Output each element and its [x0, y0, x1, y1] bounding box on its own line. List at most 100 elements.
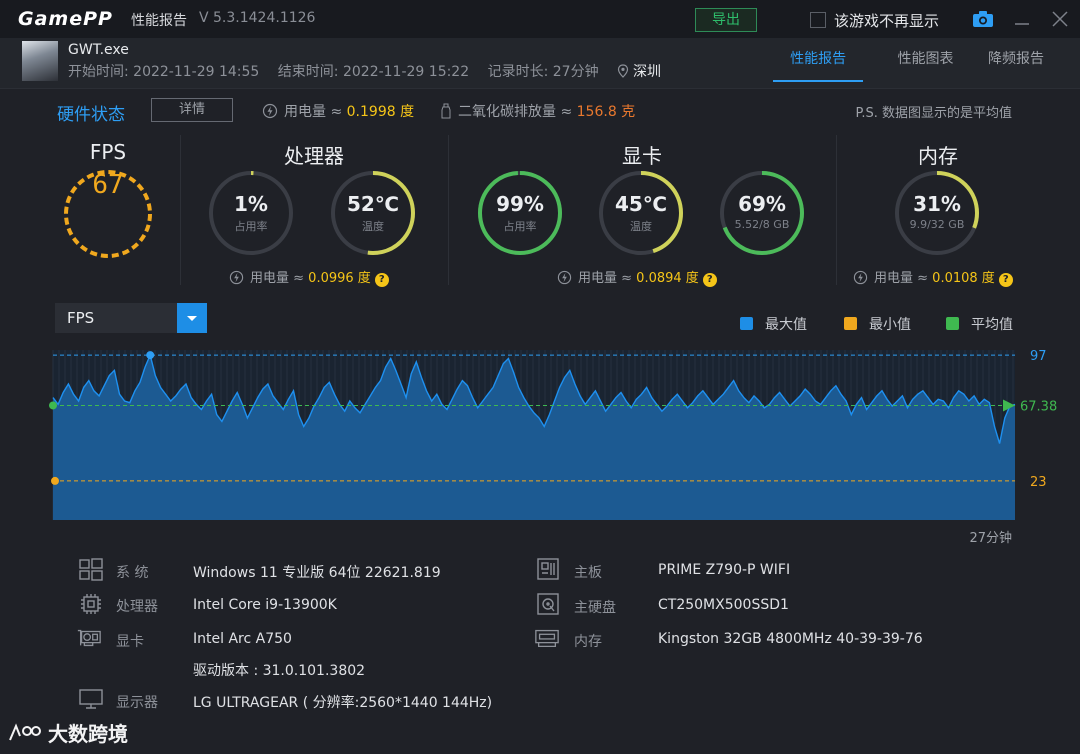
- metric-select[interactable]: FPS: [55, 303, 207, 333]
- session-info-bar: GWT.exe 开始时间: 2022-11-29 14:55 结束时间: 202…: [0, 38, 1080, 89]
- co2-bottle-icon: [441, 103, 451, 119]
- gpu-group-title: 显卡: [622, 144, 662, 168]
- cpu-usage-label: 占用率: [234, 220, 268, 233]
- min-label: 23: [1030, 475, 1047, 490]
- group-divider: [448, 135, 449, 285]
- total-power-label: 用电量 ≈: [284, 104, 347, 120]
- minimize-icon[interactable]: [1013, 10, 1031, 28]
- details-button[interactable]: 详情: [151, 98, 233, 122]
- gpu-temp-value: 45℃: [614, 192, 668, 216]
- close-icon[interactable]: [1050, 9, 1070, 29]
- mem-group-title: 内存: [918, 144, 958, 168]
- window-title: 性能报告: [131, 13, 187, 29]
- gpu-driver-version: 驱动版本 : 31.0.101.3802: [193, 663, 366, 679]
- gpu-vram-label: 5.52/8 GB: [734, 218, 790, 231]
- group-divider: [836, 135, 837, 285]
- ram-value: Kingston 32GB 4800MHz 40-39-39-76: [658, 631, 923, 647]
- fps-chart[interactable]: 97 67.38 23: [0, 340, 1080, 545]
- cpu-temp-value: 52℃: [346, 192, 400, 216]
- legend-swatch-max: [740, 317, 753, 330]
- chart-average-note: P.S. 数据图显示的是平均值: [855, 106, 1012, 121]
- legend-avg: 平均值: [946, 314, 1013, 334]
- mem-usage-gauge: 31% 9.9/32 GB: [892, 168, 982, 258]
- gpu-label: 显卡: [116, 634, 144, 650]
- os-value: Windows 11 专业版 64位 22621.819: [193, 565, 441, 581]
- ram-label: 内存: [574, 634, 602, 650]
- disk-value: CT250MX500SSD1: [658, 597, 789, 613]
- chart-x-end-label: 27分钟: [969, 531, 1012, 546]
- power-icon: [853, 270, 868, 285]
- cpu-temp-label: 温度: [362, 220, 384, 233]
- gpu-usage-label: 占用率: [503, 220, 537, 233]
- watermark: 大数跨境: [8, 718, 128, 747]
- co2-label: 二氧化碳排放量 ≈: [458, 104, 577, 120]
- metric-select-value: FPS: [67, 309, 95, 327]
- gpu-value: Intel Arc A750: [193, 631, 292, 647]
- location-icon: [617, 64, 629, 78]
- legend-max: 最大值: [740, 314, 807, 334]
- gpu-temp-label: 温度: [630, 220, 652, 233]
- mem-usage-label: 9.9/32 GB: [909, 218, 965, 231]
- help-icon[interactable]: ?: [702, 273, 717, 287]
- cpu-temp-gauge: 52℃ 温度: [328, 168, 418, 258]
- gpu-icon: [77, 629, 101, 647]
- mem-power-value: 0.0108 度: [932, 271, 995, 286]
- total-power: 用电量 ≈ 0.1998 度: [262, 101, 414, 121]
- fps-value: 67: [92, 170, 124, 200]
- cpu-label: 处理器: [116, 599, 158, 615]
- tab-throttle-report[interactable]: 降频报告: [988, 48, 1044, 80]
- co2-value: 156.8 克: [576, 104, 636, 120]
- watermark-logo-icon: [9, 723, 41, 741]
- memory-icon: [535, 629, 559, 648]
- duration-label: 记录时长:: [487, 64, 553, 80]
- cpu-usage-value: 1%: [234, 192, 268, 216]
- gpu-vram-gauge: 69% 5.52/8 GB: [717, 168, 807, 258]
- display-value: LG ULTRAGEAR ( 分辨率:2560*1440 144Hz): [193, 695, 493, 711]
- title-bar: GamePP 性能报告 V 5.3.1424.1126 导出 该游戏不再显示: [0, 0, 1080, 38]
- min-marker: [51, 476, 59, 485]
- co2-emission: 二氧化碳排放量 ≈ 156.8 克: [440, 101, 635, 121]
- end-time: 2022-11-29 15:22: [342, 64, 470, 80]
- legend-min: 最小值: [844, 314, 911, 334]
- help-icon[interactable]: ?: [374, 273, 389, 287]
- chevron-down-icon: [187, 316, 197, 321]
- group-divider: [180, 135, 181, 285]
- dont-show-checkbox[interactable]: [810, 12, 826, 28]
- mem-usage-value: 31%: [913, 192, 961, 216]
- game-avatar: [22, 41, 58, 81]
- start-time-label: 开始时间:: [68, 64, 134, 80]
- start-time: 2022-11-29 14:55: [133, 64, 260, 80]
- location-city: 深圳: [633, 64, 662, 80]
- gpu-usage-gauge: 99% 占用率: [475, 168, 565, 258]
- dont-show-label: 该游戏不再显示: [834, 12, 940, 30]
- cpu-icon: [81, 594, 101, 614]
- tab-performance-report[interactable]: 性能报告: [773, 48, 864, 82]
- power-icon: [557, 270, 572, 285]
- help-icon[interactable]: ?: [998, 273, 1013, 287]
- export-button[interactable]: 导出: [695, 8, 757, 32]
- power-icon: [229, 270, 244, 285]
- windows-icon: [79, 558, 103, 581]
- motherboard-icon: [537, 558, 559, 580]
- cpu-power-label: 用电量 ≈: [250, 271, 309, 286]
- dropdown-button[interactable]: [177, 303, 207, 333]
- app-version: V 5.3.1424.1126: [199, 10, 316, 26]
- end-time-label: 结束时间:: [277, 64, 343, 80]
- gpu-vram-value: 69%: [738, 192, 786, 216]
- gpu-usage-value: 99%: [496, 192, 544, 216]
- dont-show-toggle[interactable]: 该游戏不再显示: [810, 10, 939, 31]
- avg-marker: [49, 401, 57, 410]
- cpu-power: 用电量 ≈ 0.0996 度?: [229, 267, 389, 287]
- avg-label: 67.38: [1020, 399, 1057, 414]
- hard-disk-icon: [537, 593, 559, 615]
- os-label: 系 统: [116, 565, 149, 581]
- board-value: PRIME Z790-P WIFI: [658, 562, 791, 578]
- cpu-group-title: 处理器: [284, 144, 344, 168]
- camera-icon[interactable]: [972, 10, 994, 28]
- hardware-status-title: 硬件状态: [57, 105, 125, 125]
- legend-swatch-avg: [946, 317, 959, 330]
- watermark-text: 大数跨境: [48, 722, 128, 746]
- duration-value: 27分钟: [552, 64, 599, 80]
- legend-max-label: 最大值: [765, 317, 807, 333]
- tab-performance-chart[interactable]: 性能图表: [898, 48, 954, 80]
